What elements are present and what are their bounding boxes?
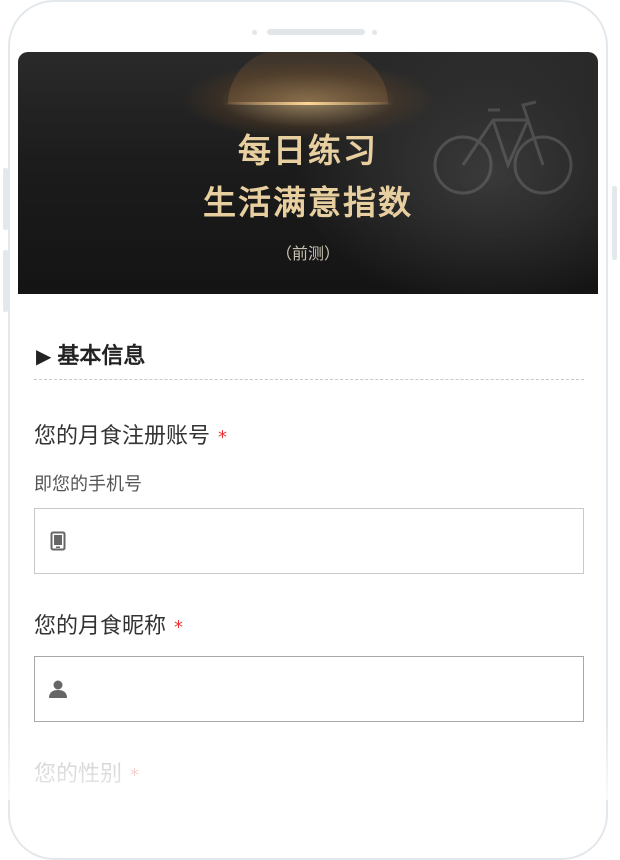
account-field-label: 您的月食注册账号 * <box>34 418 227 450</box>
banner-title-line1: 每日练习 <box>238 131 378 170</box>
gender-field-label: 您的性别 * <box>34 756 139 788</box>
lamp-glow-decoration <box>223 102 393 105</box>
account-label-text: 您的月食注册账号 <box>34 424 211 449</box>
nickname-label-text: 您的月食昵称 <box>34 614 167 639</box>
header-banner: 每日练习 生活满意指数 （前测） <box>18 52 598 294</box>
section-header: ▶ 基本信息 <box>36 338 584 370</box>
required-mark: * <box>174 617 184 638</box>
user-icon <box>47 678 69 700</box>
volume-down-button <box>3 250 8 312</box>
nickname-field-label: 您的月食昵称 * <box>34 608 183 640</box>
required-mark: * <box>218 427 228 448</box>
banner-subtitle: （前测） <box>275 244 340 263</box>
power-button <box>612 186 617 260</box>
nickname-input[interactable] <box>79 656 583 722</box>
nickname-input-box[interactable] <box>34 656 584 722</box>
volume-up-button <box>3 168 8 230</box>
required-mark: * <box>130 765 140 786</box>
phone-screen: 每日练习 生活满意指数 （前测） ▶ 基本信息 您的月食注册账号 * 即您的手机号 … <box>18 52 598 812</box>
sensor-dot <box>372 30 377 35</box>
dashed-divider <box>34 379 584 380</box>
banner-title-line2: 生活满意指数 <box>203 183 413 222</box>
triangle-right-icon: ▶ <box>36 344 52 368</box>
account-field-hint: 即您的手机号 <box>34 474 142 495</box>
mobile-phone-icon <box>47 530 69 552</box>
gender-label-text: 您的性别 <box>34 762 123 787</box>
account-input[interactable] <box>79 508 583 574</box>
camera-dot <box>252 30 257 35</box>
speaker-slot <box>267 29 365 35</box>
lamp-shade-decoration <box>228 52 388 104</box>
section-title: 基本信息 <box>57 344 146 369</box>
account-input-box[interactable] <box>34 508 584 574</box>
